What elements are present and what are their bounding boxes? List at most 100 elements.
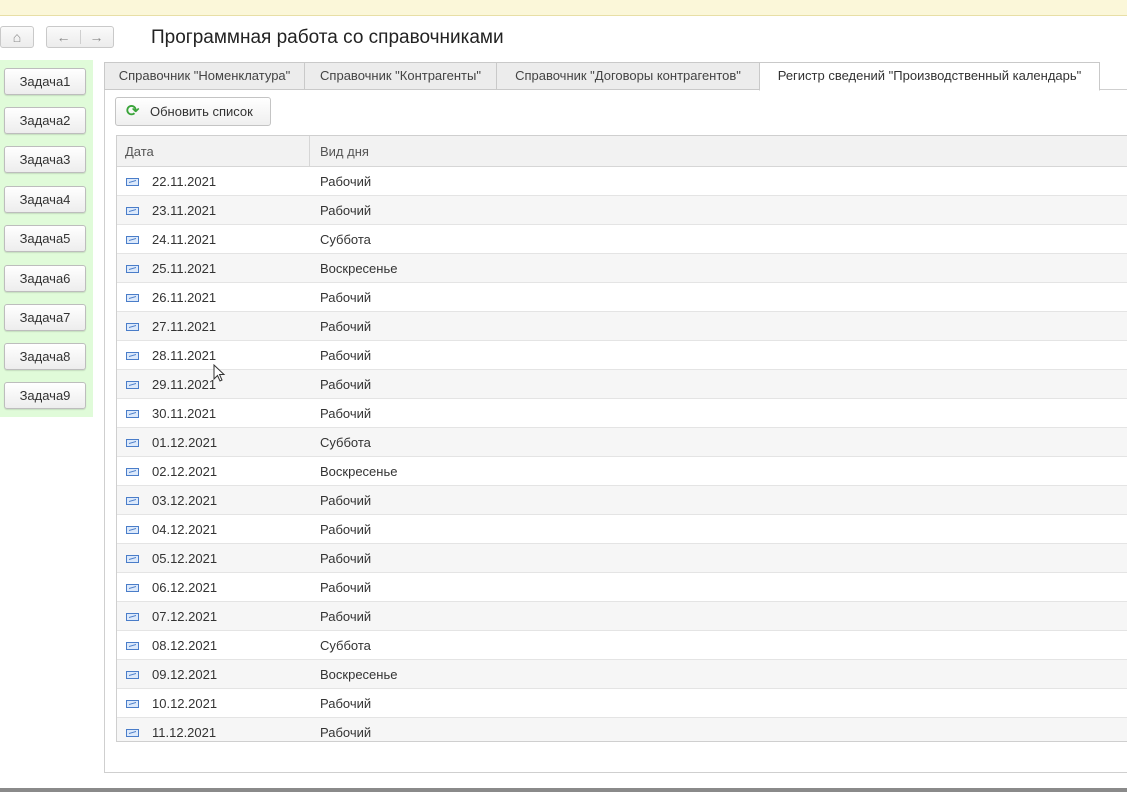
record-icon bbox=[126, 236, 139, 244]
back-forward-buttons: ← → bbox=[46, 26, 114, 48]
record-icon bbox=[126, 642, 139, 650]
task-sidebar: Задача1 Задача2 Задача3 Задача4 Задача5 … bbox=[0, 60, 93, 417]
cell-date: 30.11.2021 bbox=[152, 406, 217, 421]
home-icon: ⌂ bbox=[12, 29, 22, 45]
table-body: 22.11.2021 Рабочий 23.11.2021 Рабочий 24.11.… bbox=[117, 167, 1127, 741]
column-header-date[interactable]: Дата bbox=[125, 144, 154, 159]
table-row[interactable]: 22.11.2021 Рабочий bbox=[117, 167, 1127, 196]
bottom-border bbox=[0, 788, 1127, 792]
table-row[interactable]: 03.12.2021 Рабочий bbox=[117, 486, 1127, 515]
record-icon bbox=[126, 265, 139, 273]
record-icon bbox=[126, 526, 139, 534]
task-button-5[interactable]: Задача5 bbox=[4, 225, 86, 252]
home-button[interactable]: ⌂ bbox=[0, 26, 34, 48]
tab-production-calendar[interactable]: Регистр сведений "Производственный кален… bbox=[759, 62, 1100, 91]
table-row[interactable]: 01.12.2021 Суббота bbox=[117, 428, 1127, 457]
cell-date: 28.11.2021 bbox=[152, 348, 217, 363]
cell-day-kind: Рабочий bbox=[320, 493, 372, 508]
cell-day-kind: Рабочий bbox=[320, 203, 372, 218]
cell-day-kind: Рабочий bbox=[320, 348, 372, 363]
cell-date: 02.12.2021 bbox=[152, 464, 218, 479]
mouse-cursor-icon bbox=[213, 364, 226, 382]
task-button-3[interactable]: Задача3 bbox=[4, 146, 86, 173]
cell-date: 11.12.2021 bbox=[152, 725, 217, 740]
forward-button[interactable]: → bbox=[80, 27, 113, 47]
record-icon bbox=[126, 410, 139, 418]
cell-date: 05.12.2021 bbox=[152, 551, 218, 566]
cell-date: 26.11.2021 bbox=[152, 290, 217, 305]
cell-date: 27.11.2021 bbox=[152, 319, 217, 334]
cell-date: 03.12.2021 bbox=[152, 493, 218, 508]
cell-date: 06.12.2021 bbox=[152, 580, 218, 595]
record-icon bbox=[126, 613, 139, 621]
cell-day-kind: Рабочий bbox=[320, 696, 372, 711]
divider bbox=[80, 30, 81, 44]
table-row[interactable]: 29.11.2021 Рабочий bbox=[117, 370, 1127, 399]
task-button-4[interactable]: Задача4 bbox=[4, 186, 86, 213]
table-row[interactable]: 07.12.2021 Рабочий bbox=[117, 602, 1127, 631]
tab-nomenclature[interactable]: Справочник "Номенклатура" bbox=[104, 62, 305, 90]
cell-day-kind: Рабочий bbox=[320, 290, 372, 305]
table-row[interactable]: 02.12.2021 Воскресенье bbox=[117, 457, 1127, 486]
task-button-1[interactable]: Задача1 bbox=[4, 68, 86, 95]
cell-day-kind: Суббота bbox=[320, 232, 371, 247]
tab-contracts[interactable]: Справочник "Договоры контрагентов" bbox=[496, 62, 760, 90]
table-row[interactable]: 11.12.2021 Рабочий bbox=[117, 718, 1127, 741]
column-header-day-kind[interactable]: Вид дня bbox=[320, 144, 369, 159]
table-row[interactable]: 05.12.2021 Рабочий bbox=[117, 544, 1127, 573]
cell-day-kind: Воскресенье bbox=[320, 261, 398, 276]
table-row[interactable]: 23.11.2021 Рабочий bbox=[117, 196, 1127, 225]
record-icon bbox=[126, 468, 139, 476]
cell-day-kind: Рабочий bbox=[320, 522, 372, 537]
cell-day-kind: Воскресенье bbox=[320, 464, 398, 479]
cell-day-kind: Рабочий bbox=[320, 725, 372, 740]
record-icon bbox=[126, 323, 139, 331]
task-button-7[interactable]: Задача7 bbox=[4, 304, 86, 331]
refresh-icon: ⟳ bbox=[126, 103, 140, 120]
table-row[interactable]: 06.12.2021 Рабочий bbox=[117, 573, 1127, 602]
table-row[interactable]: 27.11.2021 Рабочий bbox=[117, 312, 1127, 341]
cell-date: 29.11.2021 bbox=[152, 377, 217, 392]
record-icon bbox=[126, 555, 139, 563]
cell-date: 24.11.2021 bbox=[152, 232, 217, 247]
record-icon bbox=[126, 178, 139, 186]
task-button-6[interactable]: Задача6 bbox=[4, 265, 86, 292]
task-button-8[interactable]: Задача8 bbox=[4, 343, 86, 370]
cell-date: 01.12.2021 bbox=[152, 435, 218, 450]
record-icon bbox=[126, 381, 139, 389]
task-button-9[interactable]: Задача9 bbox=[4, 382, 86, 409]
record-icon bbox=[126, 352, 139, 360]
calendar-table: Дата Вид дня 22.11.2021 Рабочий 23.11.2021… bbox=[116, 135, 1127, 742]
record-icon bbox=[126, 207, 139, 215]
top-info-strip bbox=[0, 0, 1127, 16]
table-row[interactable]: 09.12.2021 Воскресенье bbox=[117, 660, 1127, 689]
cell-day-kind: Рабочий bbox=[320, 580, 372, 595]
table-row[interactable]: 08.12.2021 Суббота bbox=[117, 631, 1127, 660]
table-row[interactable]: 24.11.2021 Суббота bbox=[117, 225, 1127, 254]
cell-day-kind: Суббота bbox=[320, 638, 371, 653]
cell-day-kind: Рабочий bbox=[320, 319, 372, 334]
refresh-list-button[interactable]: ⟳ Обновить список bbox=[115, 97, 271, 126]
cell-day-kind: Рабочий bbox=[320, 551, 372, 566]
table-row[interactable]: 28.11.2021 Рабочий bbox=[117, 341, 1127, 370]
record-icon bbox=[126, 584, 139, 592]
page-title: Программная работа со справочниками bbox=[151, 27, 504, 48]
table-row[interactable]: 25.11.2021 Воскресенье bbox=[117, 254, 1127, 283]
cell-date: 23.11.2021 bbox=[152, 203, 217, 218]
column-divider bbox=[309, 136, 310, 167]
record-icon bbox=[126, 700, 139, 708]
cell-day-kind: Воскресенье bbox=[320, 667, 398, 682]
tab-counterparties[interactable]: Справочник "Контрагенты" bbox=[304, 62, 497, 90]
task-button-2[interactable]: Задача2 bbox=[4, 107, 86, 134]
table-row[interactable]: 30.11.2021 Рабочий bbox=[117, 399, 1127, 428]
cell-day-kind: Рабочий bbox=[320, 174, 372, 189]
cell-date: 22.11.2021 bbox=[152, 174, 217, 189]
table-row[interactable]: 26.11.2021 Рабочий bbox=[117, 283, 1127, 312]
back-button[interactable]: ← bbox=[47, 27, 80, 47]
cell-day-kind: Рабочий bbox=[320, 377, 372, 392]
record-icon bbox=[126, 729, 139, 737]
table-row[interactable]: 10.12.2021 Рабочий bbox=[117, 689, 1127, 718]
table-row[interactable]: 04.12.2021 Рабочий bbox=[117, 515, 1127, 544]
cell-date: 08.12.2021 bbox=[152, 638, 218, 653]
cell-date: 25.11.2021 bbox=[152, 261, 217, 276]
